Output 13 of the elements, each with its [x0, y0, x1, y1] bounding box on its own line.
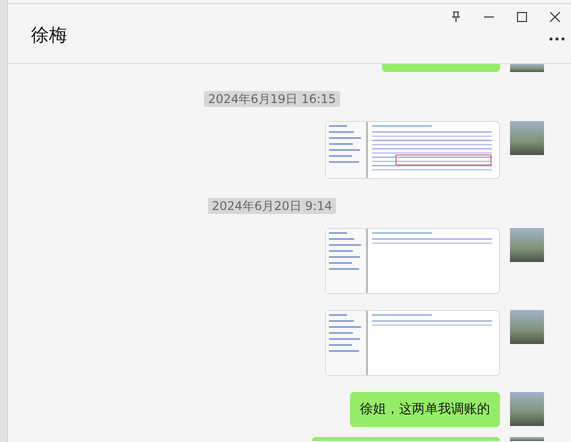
screenshot-thumbnail-drawing[interactable] [325, 310, 500, 376]
avatar-photo[interactable] [510, 228, 544, 262]
screenshot-thumbnail-drawing[interactable] [325, 228, 500, 294]
screenshot-thumbnail-drawing[interactable] [325, 121, 500, 179]
avatar-photo[interactable] [510, 392, 544, 426]
message-bubble: 徐姐，这两单我调账的 [350, 392, 500, 427]
avatar-photo[interactable] [510, 437, 544, 441]
avatar-photo[interactable] [510, 64, 544, 72]
avatar-photo[interactable] [510, 121, 544, 155]
message-timestamp: 2024年6月20日 9:14 [208, 198, 336, 214]
chat-title: 徐梅 [31, 24, 67, 48]
message-timestamp: 2024年6月19日 16:15 [204, 91, 340, 107]
avatar-photo[interactable] [510, 310, 544, 344]
